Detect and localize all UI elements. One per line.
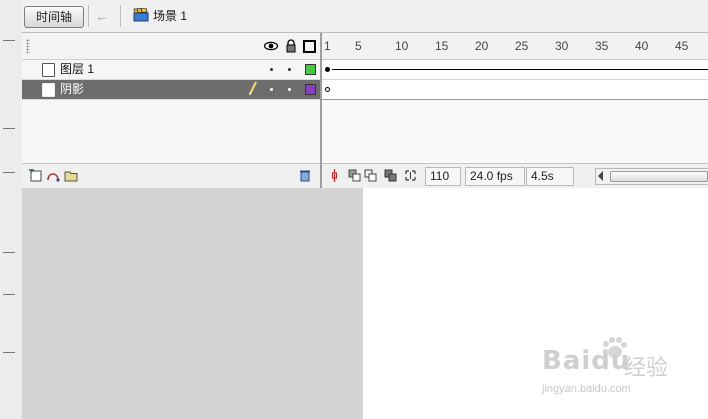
ruler-label: 40 [635,39,649,53]
back-arrow-icon[interactable]: ← [95,8,111,24]
insert-folder-icon[interactable] [64,169,78,182]
tools-panel [0,0,23,419]
ruler-label: 25 [515,39,529,53]
trash-icon[interactable] [298,169,312,182]
watermark-url: jingyan.baidu.com [542,383,631,395]
toolbar-divider [88,5,89,27]
watermark-brand: Baidu [542,346,631,376]
ruler-label: 15 [435,39,449,53]
timeline-horizontal-scrollbar[interactable] [595,168,708,185]
tool-marker [3,40,15,41]
timeline-panel: 图层 1 阴影 1 5 10 15 20 25 30 35 40 45 110 … [22,33,708,188]
watermark-chinese: 经验 [624,355,669,380]
tool-marker [3,172,15,173]
frame-track[interactable] [322,80,708,100]
pencil-icon [249,81,257,96]
layer-row[interactable]: 阴影 [22,80,320,100]
ruler-label: 5 [355,39,362,53]
clapperboard-icon [133,8,149,22]
ruler-label: 35 [595,39,609,53]
center-frame-icon[interactable] [328,169,341,182]
frame-rate-readout[interactable]: 24.0 fps [465,167,525,186]
frames-area[interactable]: 1 5 10 15 20 25 30 35 40 45 110 24.0 fps… [322,33,708,188]
tween-line [332,69,708,70]
ruler-label: 20 [475,39,489,53]
ruler-label: 10 [395,39,409,53]
pasteboard [22,188,363,419]
scroll-left-arrow-icon[interactable] [598,171,603,181]
ruler-label: 30 [555,39,569,53]
insert-layer-icon[interactable] [28,169,42,182]
frame-track[interactable] [322,60,708,80]
edit-bar: 时间轴 ← 场景 1 [22,0,708,33]
panel-grip-icon[interactable] [26,39,30,53]
current-frame-readout: 110 [425,167,461,186]
layer-name: 阴影 [60,82,85,96]
edit-multiple-frames-icon[interactable] [384,169,397,182]
timeline-status-bar: 110 24.0 fps 4.5s [322,163,708,188]
modify-onion-markers-icon[interactable] [404,169,417,182]
outline-color-swatch[interactable] [305,84,316,95]
tool-marker [3,294,15,295]
layer-page-icon [42,63,55,77]
layer-header [22,33,320,60]
scroll-thumb[interactable] [610,171,708,182]
frame-ruler[interactable]: 1 5 10 15 20 25 30 35 40 45 [322,33,708,60]
scene-name[interactable]: 场景 1 [153,8,187,24]
lock-icon[interactable] [284,39,298,53]
tool-marker [3,252,15,253]
onion-skin-outlines-icon[interactable] [364,169,377,182]
layer-list: 图层 1 阴影 [22,33,322,188]
ruler-label: 45 [675,39,689,53]
elapsed-time-readout: 4.5s [526,167,574,186]
eye-icon[interactable] [264,39,278,53]
timeline-toggle-button[interactable]: 时间轴 [24,6,84,28]
outline-icon[interactable] [303,40,316,53]
outline-color-swatch[interactable] [305,64,316,75]
lock-dot[interactable] [288,68,291,71]
lock-dot[interactable] [288,88,291,91]
blank-keyframe-marker[interactable] [325,87,330,92]
toolbar-divider [120,5,121,27]
onion-skin-icon[interactable] [348,169,361,182]
layer-name: 图层 1 [60,62,95,76]
layer-controls [22,163,320,188]
keyframe-marker[interactable] [325,67,330,72]
watermark: Baidu 经验 jingyan.baidu.com [542,336,702,406]
visibility-dot[interactable] [270,88,273,91]
tool-marker [3,128,15,129]
layer-page-icon [42,83,55,97]
add-motion-guide-icon[interactable] [46,169,60,182]
tool-marker [3,352,15,353]
visibility-dot[interactable] [270,68,273,71]
ruler-label: 1 [324,39,331,53]
layer-row[interactable]: 图层 1 [22,60,320,80]
